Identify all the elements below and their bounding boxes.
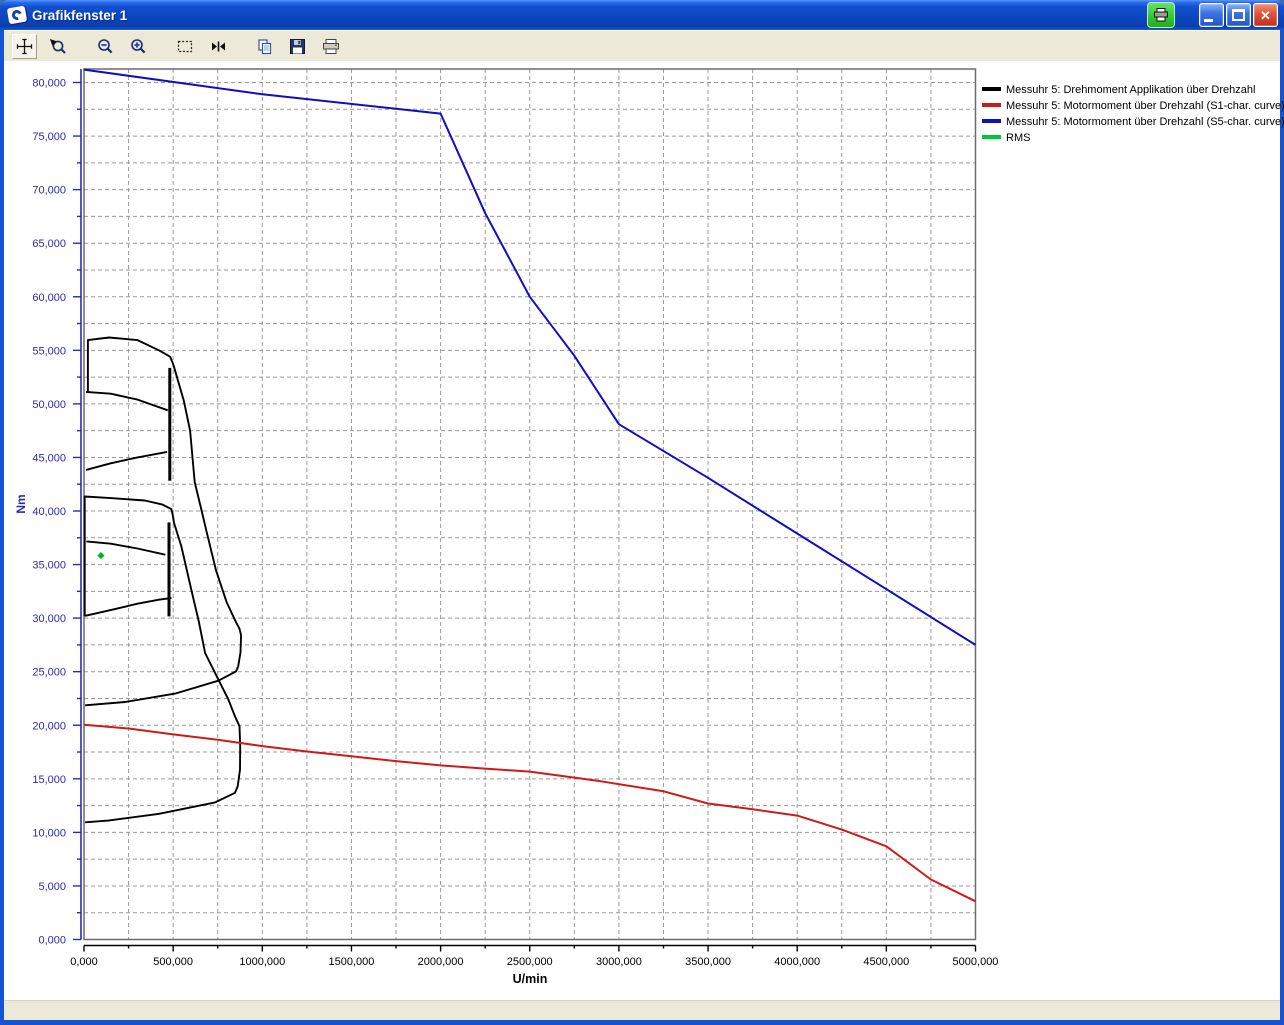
zoom-in-icon (129, 38, 147, 56)
zoom-select-button[interactable] (45, 34, 70, 59)
save-icon (289, 38, 306, 55)
zoom-out-button[interactable] (92, 34, 117, 59)
maximize-button[interactable] (1226, 3, 1251, 27)
close-button[interactable]: ✕ (1253, 3, 1278, 27)
maximize-icon (1232, 9, 1245, 21)
zoom-select-icon (49, 38, 67, 56)
minimize-icon (1204, 19, 1213, 22)
minimize-button[interactable] (1199, 3, 1224, 27)
selection-rect-icon (176, 38, 194, 55)
plot-canvas[interactable] (4, 61, 1280, 1000)
pan-icon (16, 38, 33, 55)
window-title: Grafikfenster 1 (32, 8, 1147, 23)
app-icon (7, 6, 28, 25)
selection-rect-button[interactable] (172, 34, 197, 59)
toolbar (4, 30, 1280, 62)
save-button[interactable] (285, 34, 310, 59)
printer-icon (1153, 8, 1169, 22)
zoom-out-icon (96, 38, 114, 56)
zoom-in-button[interactable] (125, 34, 150, 59)
copy-button[interactable] (252, 34, 277, 59)
titlebar[interactable]: Grafikfenster 1 ✕ (0, 0, 1284, 30)
print-icon (322, 38, 340, 55)
print-button[interactable] (318, 34, 343, 59)
status-strip (4, 1000, 1280, 1020)
copy-icon (256, 38, 274, 56)
fit-view-icon (209, 38, 227, 55)
fit-view-button[interactable] (205, 34, 230, 59)
close-icon: ✕ (1260, 9, 1271, 22)
grafikfenster-window: Grafikfenster 1 ✕ (0, 0, 1284, 1025)
pan-button[interactable] (12, 34, 37, 59)
titlebar-print-button[interactable] (1147, 2, 1175, 28)
